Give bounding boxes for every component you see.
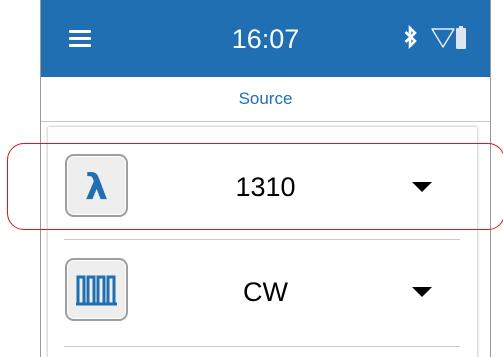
pulse-glyph [76, 275, 117, 306]
section-title: Source [238, 89, 293, 108]
chevron-down-icon[interactable] [411, 181, 433, 193]
modulation-value: CW [243, 277, 288, 307]
row-divider [64, 239, 460, 240]
status-clock: 16:07 [231, 24, 300, 54]
source-settings-card: λ 1310 CW [48, 127, 477, 357]
modulation-row[interactable]: CW [48, 249, 477, 353]
modulation-pulse-icon[interactable] [65, 258, 128, 321]
battery-icon [456, 26, 466, 49]
wavelength-row[interactable]: λ 1310 [48, 135, 477, 239]
wifi-icon [431, 28, 455, 48]
lambda-glyph: λ [85, 167, 108, 208]
wavelength-value: 1310 [235, 172, 296, 202]
chevron-down-icon[interactable] [411, 286, 433, 298]
bluetooth-icon [404, 25, 417, 49]
section-header: Source [41, 77, 490, 122]
svg-text:λ: λ [85, 167, 108, 208]
status-bar: 16:07 [41, 0, 490, 77]
device-screen: 16:07 Source λ 1310 CW [40, 0, 491, 357]
row-divider [64, 346, 460, 347]
wavelength-lambda-icon[interactable]: λ [65, 154, 128, 217]
